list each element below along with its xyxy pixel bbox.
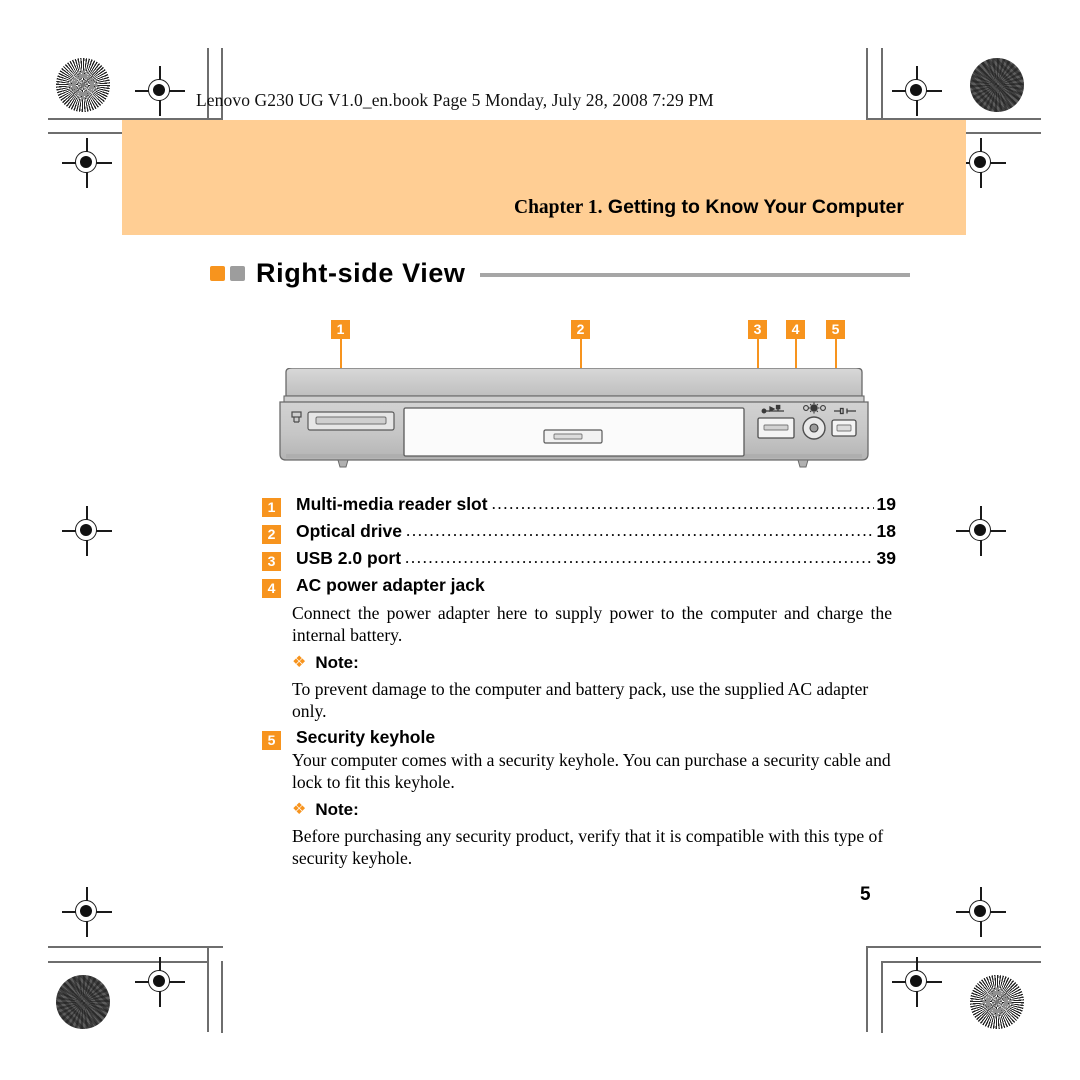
section-rule-divider [479, 273, 910, 277]
square-marker-grey-icon [230, 265, 245, 281]
registration-mark [62, 887, 112, 937]
callout-badge-5: 5 [826, 320, 845, 339]
chapter-banner: Chapter 1. Getting to Know Your Computer [122, 120, 966, 235]
registration-mark [62, 506, 112, 556]
list-item-label: USB 2.0 port [296, 548, 402, 568]
list-item-label: AC power adapter jack [296, 575, 485, 595]
laptop-right-side-illustration [278, 367, 870, 483]
list-item-number: 2 [262, 525, 281, 544]
registration-mark [892, 66, 942, 116]
crop-mark-line [207, 946, 209, 1032]
section-title: Right-side View [256, 257, 466, 288]
callout-badge-3: 3 [748, 320, 767, 339]
square-marker-orange-icon [210, 265, 225, 281]
crop-mark-line [48, 946, 223, 948]
registration-mark [135, 66, 185, 116]
list-item-number: 5 [262, 731, 281, 750]
document-header-line: Lenovo G230 UG V1.0_en.book Page 5 Monda… [196, 90, 714, 110]
list-item: 4 AC power adapter jack [262, 575, 896, 602]
note-label: Note: [315, 800, 359, 819]
diamond-bullet-icon: ❖ [292, 801, 307, 818]
crop-mark-line [881, 48, 883, 120]
list-item-page: 18 [876, 521, 896, 541]
registration-mark [62, 138, 112, 188]
registration-mark [892, 957, 942, 1007]
dot-leader: ........................................… [491, 494, 874, 513]
star-target-bottom-right [970, 975, 1024, 1029]
list-item: 1 Multi-media reader slot ..............… [262, 494, 896, 521]
registration-mark [135, 957, 185, 1007]
item-5-note-text: Before purchasing any security product, … [292, 826, 884, 868]
callout-badge-2: 2 [571, 320, 590, 339]
list-item-label: Security keyhole [296, 727, 436, 747]
list-item-number: 1 [262, 498, 281, 517]
list-item: 3 USB 2.0 port .........................… [262, 548, 896, 575]
list-item-number: 4 [262, 579, 281, 598]
list-item-page: 39 [876, 548, 896, 568]
item-5-body-text: Your computer comes with a security keyh… [292, 750, 891, 792]
registration-mark [956, 506, 1006, 556]
crop-mark-line [221, 961, 223, 1033]
crop-mark-line [48, 961, 208, 963]
note-heading: ❖ Note: [292, 800, 892, 820]
item-4-body-text: Connect the power adapter here to supply… [292, 603, 892, 645]
list-item-label: Optical drive [296, 521, 403, 541]
texture-target-bottom-left [56, 975, 110, 1029]
item-4-note-text: To prevent damage to the computer and ba… [292, 679, 869, 721]
list-item-page: 19 [876, 494, 896, 514]
star-target-top-left [56, 58, 110, 112]
chapter-number: Chapter 1. [514, 197, 603, 218]
page-number: 5 [860, 884, 871, 905]
chapter-title: Chapter 1. Getting to Know Your Computer [514, 196, 904, 219]
crop-mark-line [866, 946, 868, 1032]
list-item-label: Multi-media reader slot [296, 494, 488, 514]
registration-mark [956, 887, 1006, 937]
section-heading: Right-side View [210, 256, 910, 290]
item-4-content: Connect the power adapter here to supply… [292, 603, 892, 722]
crop-mark-line [866, 946, 1041, 948]
list-item: 2 Optical drive ........................… [262, 521, 896, 548]
crop-mark-line [881, 961, 883, 1033]
callout-badge-4: 4 [786, 320, 805, 339]
note-label: Note: [315, 653, 359, 672]
dot-leader: ........................................… [405, 548, 874, 567]
diamond-bullet-icon: ❖ [292, 654, 307, 671]
texture-target-top-right [970, 58, 1024, 112]
item-5-content: Your computer comes with a security keyh… [292, 750, 892, 869]
list-item-number: 3 [262, 552, 281, 571]
chapter-title-text: Getting to Know Your Computer [602, 196, 904, 218]
dot-leader: ........................................… [406, 521, 874, 540]
feature-list: 1 Multi-media reader slot ..............… [262, 494, 896, 602]
note-heading: ❖ Note: [292, 653, 892, 673]
callout-badge-1: 1 [331, 320, 350, 339]
registration-mark [956, 138, 1006, 188]
